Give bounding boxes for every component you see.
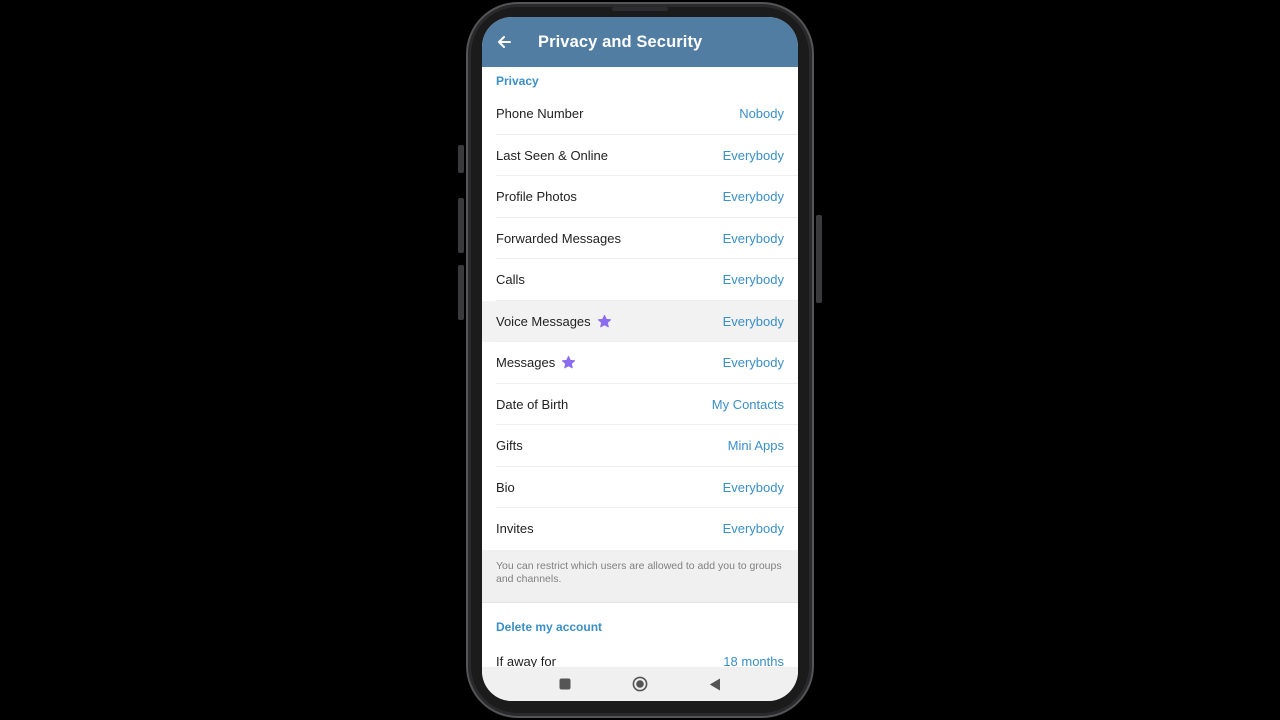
setting-row-messages[interactable]: Messages Everybody	[482, 342, 798, 384]
circle-icon	[632, 676, 648, 692]
setting-value: Everybody	[722, 147, 784, 163]
setting-label: Bio	[496, 479, 515, 495]
setting-value: Everybody	[722, 521, 784, 537]
triangle-back-icon	[709, 678, 720, 690]
setting-label: Last Seen & Online	[496, 147, 609, 163]
arrow-left-icon	[498, 36, 511, 48]
setting-label: Profile Photos	[496, 189, 577, 205]
phone-speaker	[612, 7, 668, 11]
section-header-privacy: Privacy	[496, 74, 539, 88]
setting-row-bio[interactable]: Bio Everybody	[482, 467, 798, 509]
setting-value: My Contacts	[711, 396, 784, 412]
star-icon	[561, 355, 576, 370]
system-back-button[interactable]	[678, 678, 753, 691]
setting-value: Everybody	[722, 189, 784, 205]
setting-value: Everybody	[722, 313, 784, 329]
home-button[interactable]	[603, 676, 678, 692]
setting-row-invites[interactable]: Invites Everybody	[482, 508, 798, 550]
system-nav-bar	[482, 667, 798, 701]
setting-label: Date of Birth	[496, 396, 569, 412]
setting-value: Everybody	[722, 230, 784, 246]
phone-side-button	[458, 265, 464, 320]
setting-value: Everybody	[722, 355, 784, 371]
setting-value: Mini Apps	[727, 438, 784, 454]
invites-info-text: You can restrict which users are allowed…	[482, 549, 798, 603]
app-bar: Privacy and Security	[482, 17, 798, 67]
setting-label-with-icon: Messages	[496, 355, 576, 370]
square-icon	[559, 678, 571, 690]
phone-power-button	[816, 215, 822, 303]
recent-apps-button[interactable]	[528, 678, 603, 690]
setting-label: Gifts	[496, 438, 523, 454]
setting-row-forwarded-messages[interactable]: Forwarded Messages Everybody	[482, 218, 798, 260]
phone-side-button	[458, 198, 464, 253]
setting-label: Phone Number	[496, 106, 584, 122]
section-header-delete-account: Delete my account	[496, 619, 603, 634]
phone-screen: Privacy and Security Privacy Phone Numbe…	[482, 17, 798, 701]
star-icon	[597, 314, 612, 329]
setting-row-date-of-birth[interactable]: Date of Birth My Contacts	[482, 384, 798, 426]
phone-side-button	[458, 145, 464, 173]
setting-label: Calls	[496, 272, 525, 288]
setting-label: Voice Messages	[496, 313, 591, 329]
setting-label-with-icon: Voice Messages	[496, 314, 612, 329]
page-title: Privacy and Security	[538, 32, 703, 51]
setting-value: Everybody	[722, 272, 784, 288]
setting-value: Everybody	[722, 479, 784, 495]
setting-label: Invites	[496, 521, 534, 537]
setting-row-calls[interactable]: Calls Everybody	[482, 259, 798, 301]
setting-row-phone-number[interactable]: Phone Number Nobody	[482, 93, 798, 135]
setting-value: Nobody	[739, 106, 784, 122]
setting-row-voice-messages[interactable]: Voice Messages Everybody	[482, 300, 798, 342]
setting-row-profile-photos[interactable]: Profile Photos Everybody	[482, 176, 798, 218]
setting-row-gifts[interactable]: Gifts Mini Apps	[482, 425, 798, 467]
setting-row-last-seen[interactable]: Last Seen & Online Everybody	[482, 135, 798, 177]
setting-label: Messages	[496, 355, 556, 371]
setting-label: Forwarded Messages	[496, 230, 621, 246]
